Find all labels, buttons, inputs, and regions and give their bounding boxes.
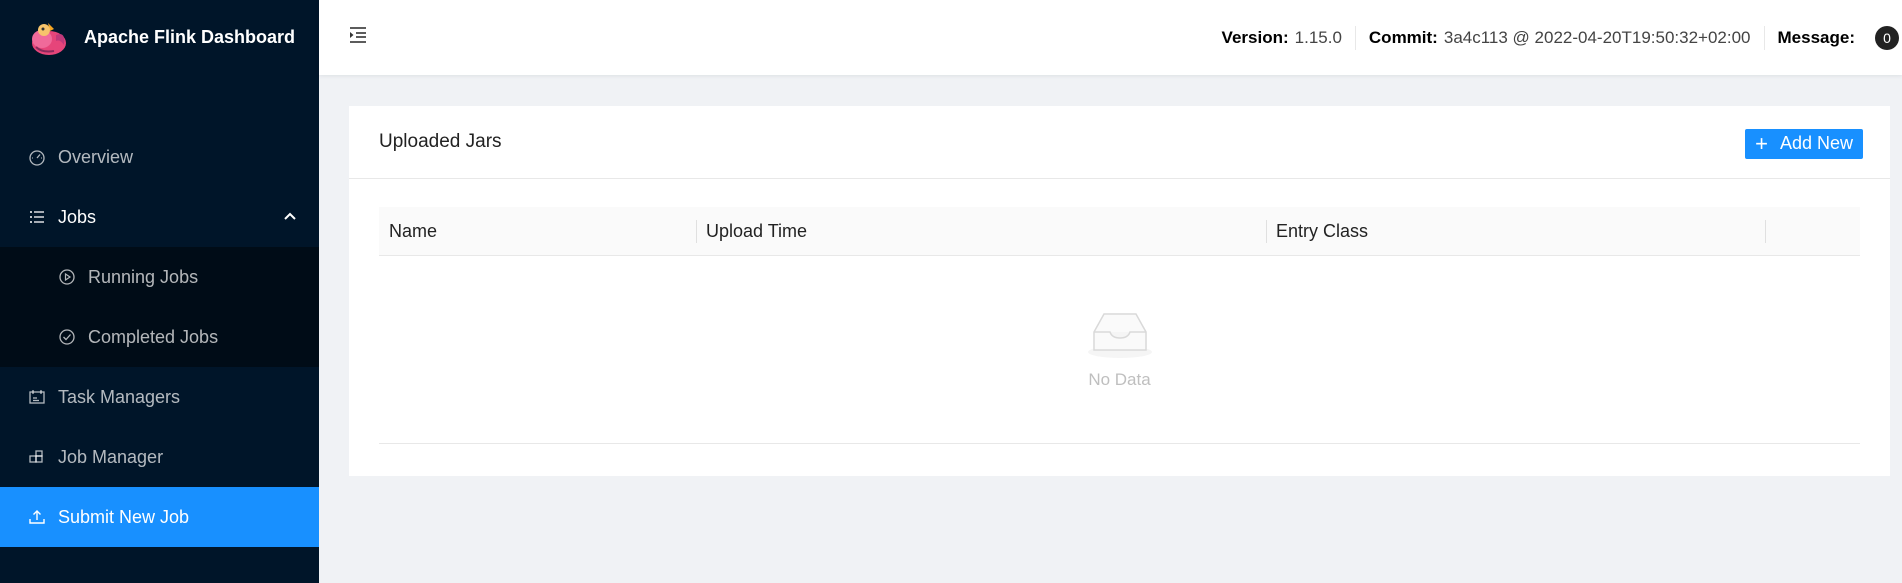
list-icon [28,208,46,226]
top-header: Version: 1.15.0 Commit: 3a4c113 @ 2022-0… [319,0,1902,75]
play-circle-icon [58,268,76,286]
jars-table: Name Upload Time Entry Class No Data [379,207,1860,444]
inbox-empty-icon [1087,312,1152,358]
header-info: Version: 1.15.0 Commit: 3a4c113 @ 2022-0… [1209,0,1902,75]
sidebar-item-completed-jobs[interactable]: Completed Jobs [0,307,319,367]
squirrel-logo-icon [28,17,70,59]
add-new-button[interactable]: + Add New [1745,128,1863,159]
commit-value: 3a4c113 @ 2022-04-20T19:50:32+02:00 [1443,27,1751,47]
message-info[interactable]: Message: 0 [1763,25,1902,50]
message-label: Message: [1777,27,1855,47]
add-new-label: Add New [1779,133,1853,153]
sidebar-item-submit-new-job[interactable]: Submit New Job [0,487,319,547]
plus-icon: + [1755,130,1768,156]
table-header: Name Upload Time Entry Class [379,207,1860,256]
sidebar-item-running-jobs[interactable]: Running Jobs [0,247,319,307]
uploaded-jars-card: Uploaded Jars + Add New Name Upload Time… [349,106,1890,476]
sidebar-item-label: Completed Jobs [88,326,219,347]
check-circle-icon [58,328,76,346]
sidebar-item-task-managers[interactable]: Task Managers [0,367,319,427]
sidebar-menu: Overview Jobs Running Jobs Completed Job… [0,127,319,547]
sidebar-item-label: Task Managers [58,386,181,407]
empty-text: No Data [1088,369,1151,389]
column-header-name[interactable]: Name [379,207,696,256]
commit-label: Commit: [1368,27,1438,47]
sidebar-item-label: Running Jobs [88,266,199,287]
column-header-actions [1765,207,1860,256]
build-icon [28,448,46,466]
message-count-badge[interactable]: 0 [1875,25,1899,50]
brand[interactable]: Apache Flink Dashboard [0,0,319,75]
sidebar-item-label: Jobs [58,206,97,227]
sidebar-item-job-manager[interactable]: Job Manager [0,427,319,487]
version-value: 1.15.0 [1294,27,1342,47]
dashboard-icon [28,148,46,166]
empty-state: No Data [379,256,1860,444]
upload-icon [28,508,46,526]
menu-fold-icon[interactable] [347,24,369,46]
sidebar: Apache Flink Dashboard Overview Jobs Run… [0,0,319,583]
column-header-upload-time[interactable]: Upload Time [696,207,1266,256]
sidebar-item-overview[interactable]: Overview [0,127,319,187]
card-header: Uploaded Jars + Add New [349,106,1890,179]
sidebar-item-label: Overview [58,146,134,167]
version-info: Version: 1.15.0 [1209,26,1355,50]
column-header-entry-class[interactable]: Entry Class [1266,207,1765,256]
brand-title: Apache Flink Dashboard [84,27,296,47]
card-title: Uploaded Jars [379,131,502,152]
chevron-up-icon[interactable] [283,209,297,223]
commit-info: Commit: 3a4c113 @ 2022-04-20T19:50:32+02… [1354,25,1764,50]
sidebar-item-label: Submit New Job [58,506,190,527]
schedule-icon [28,388,46,406]
version-label: Version: [1221,27,1289,47]
sidebar-item-jobs[interactable]: Jobs [0,187,319,247]
sidebar-item-label: Job Manager [58,446,164,467]
